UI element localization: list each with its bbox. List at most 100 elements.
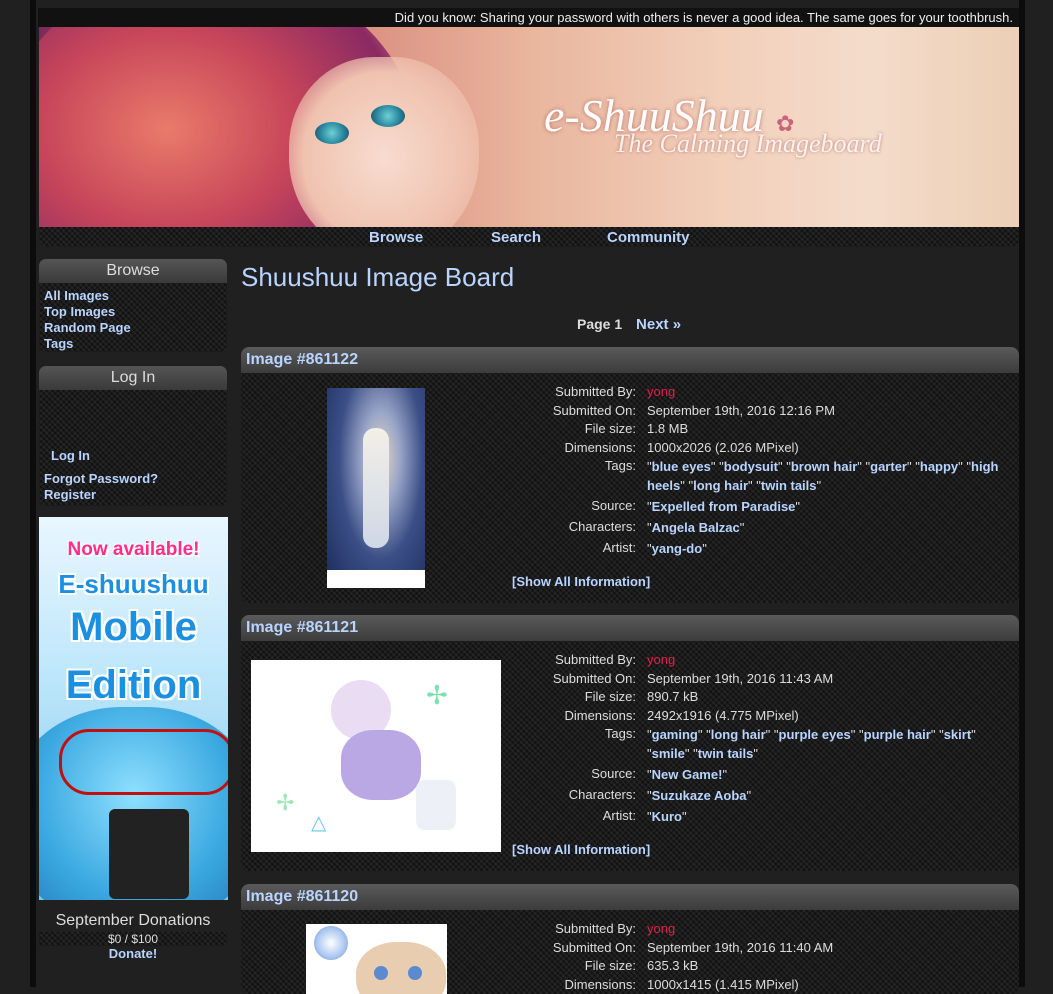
promo-edition: Edition — [39, 663, 228, 708]
eye-art-left — [315, 122, 349, 144]
label-submitted-by: Submitted By: — [541, 651, 647, 670]
link-tags[interactable]: Tags — [39, 336, 227, 352]
link-top-images[interactable]: Top Images — [39, 304, 227, 320]
label-dimensions: Dimensions: — [541, 707, 647, 726]
site-banner[interactable]: e-ShuuShuu ✿ The Calming Imageboard — [39, 27, 1019, 227]
label-file-size: File size: — [541, 420, 647, 439]
file-size-value: 1.8 MB — [647, 420, 1011, 439]
submitted-on-value: September 19th, 2016 11:40 AM — [647, 939, 1011, 958]
pager-current: Page 1 — [577, 316, 622, 332]
donate-link[interactable]: Donate! — [39, 946, 227, 961]
promo-now-available: Now available! — [39, 539, 228, 561]
tag-link[interactable]: smile — [652, 746, 685, 761]
link-random-page[interactable]: Random Page — [39, 320, 227, 336]
dimensions-value: 1000x2026 (2.026 MPixel) — [647, 439, 1011, 458]
login-link[interactable]: Log In — [39, 448, 227, 464]
artist-value: "yang-do" — [647, 539, 1011, 558]
dimensions-value: 1000x1415 (1.415 MPixel) — [647, 976, 1011, 994]
characters-value: "Suzukaze Aoba" — [647, 786, 1011, 805]
eye-art-right — [371, 105, 405, 127]
tag-link[interactable]: blue eyes — [652, 459, 711, 474]
file-size-value: 890.7 kB — [647, 688, 1011, 707]
donations-title: September Donations — [39, 912, 227, 930]
phone-art — [109, 809, 189, 899]
tag-link[interactable]: long hair — [693, 478, 748, 493]
donations-box: September Donations $0 / $100 Donate! — [39, 912, 227, 970]
file-size-value: 635.3 kB — [647, 957, 1011, 976]
artist-link[interactable]: Kuro — [652, 809, 682, 824]
tag-link[interactable]: twin tails — [761, 478, 817, 493]
tag-link[interactable]: bodysuit — [724, 459, 778, 474]
nav-search[interactable]: Search — [491, 229, 541, 246]
mobile-edition-promo[interactable]: Now available! E-shuushuu Mobile Edition — [39, 517, 228, 900]
characters-value: "Angela Balzac" — [647, 518, 1011, 537]
label-submitted-on: Submitted On: — [541, 939, 647, 958]
submitted-by-value[interactable]: yong — [647, 383, 1011, 402]
login-box-title: Log In — [39, 366, 227, 390]
source-link[interactable]: Expelled from Paradise — [652, 499, 796, 514]
label-submitted-on: Submitted On: — [541, 402, 647, 421]
tag-link[interactable]: garter — [870, 459, 907, 474]
source-value: "Expelled from Paradise" — [647, 497, 1011, 516]
label-characters: Characters: — [541, 518, 647, 537]
tag-list: "blue eyes" "bodysuit" "brown hair" "gar… — [647, 457, 1011, 495]
label-file-size: File size: — [541, 688, 647, 707]
tag-link[interactable]: purple hair — [864, 727, 931, 742]
image-post: Image #861120 Submitted By:yong Submitte… — [241, 884, 1019, 994]
page-title: Shuushuu Image Board — [241, 262, 514, 293]
forgot-password-link[interactable]: Forgot Password? — [39, 471, 227, 487]
tag-list: "gaming" "long hair" "purple eyes" "purp… — [647, 725, 1011, 763]
label-submitted-on: Submitted On: — [541, 670, 647, 689]
pager: Page 1 Next » — [577, 316, 681, 333]
post-thumbnail[interactable] — [306, 924, 447, 994]
tag-link[interactable]: gaming — [652, 727, 698, 742]
submitted-by-value[interactable]: yong — [647, 651, 1011, 670]
character-link[interactable]: Angela Balzac — [652, 520, 740, 535]
tip-text: Did you know: Sharing your password with… — [395, 10, 1013, 25]
tag-link[interactable]: twin tails — [698, 746, 754, 761]
label-source: Source: — [541, 765, 647, 784]
glasses-art — [59, 729, 228, 795]
tag-link[interactable]: purple eyes — [779, 727, 851, 742]
source-link[interactable]: New Game! — [652, 767, 723, 782]
source-value: "New Game!" — [647, 765, 1011, 784]
label-artist: Artist: — [541, 539, 647, 558]
link-all-images[interactable]: All Images — [39, 288, 227, 304]
post-title[interactable]: Image #861121 — [241, 615, 1019, 641]
dimensions-value: 2492x1916 (4.775 MPixel) — [647, 707, 1011, 726]
tag-link[interactable]: skirt — [944, 727, 971, 742]
promo-mobile: Mobile — [39, 605, 228, 650]
register-link[interactable]: Register — [39, 487, 227, 503]
tag-link[interactable]: happy — [920, 459, 958, 474]
submitted-by-value[interactable]: yong — [647, 920, 1011, 939]
tip-bar: Did you know: Sharing your password with… — [38, 8, 1019, 27]
label-tags: Tags: — [541, 725, 647, 763]
label-submitted-by: Submitted By: — [541, 383, 647, 402]
tag-link[interactable]: brown hair — [791, 459, 857, 474]
post-thumbnail[interactable] — [327, 388, 425, 588]
donations-amount: $0 / $100 — [39, 932, 227, 946]
post-title[interactable]: Image #861122 — [241, 347, 1019, 373]
show-all-info-link[interactable]: [Show All Information] — [512, 842, 650, 857]
label-submitted-by: Submitted By: — [541, 920, 647, 939]
label-tags: Tags: — [541, 457, 647, 495]
label-artist: Artist: — [541, 807, 647, 826]
label-dimensions: Dimensions: — [541, 976, 647, 994]
show-all-info-link[interactable]: [Show All Information] — [512, 574, 650, 589]
promo-brand: E-shuushuu — [39, 569, 228, 600]
site-tagline: The Calming Imageboard — [614, 129, 882, 159]
top-nav: Browse Search Community — [39, 227, 1019, 247]
artist-link[interactable]: yang-do — [652, 541, 703, 556]
label-characters: Characters: — [541, 786, 647, 805]
post-title[interactable]: Image #861120 — [241, 884, 1019, 910]
tag-link[interactable]: long hair — [711, 727, 766, 742]
pager-next[interactable]: Next » — [636, 316, 681, 333]
character-link[interactable]: Suzukaze Aoba — [652, 788, 747, 803]
post-thumbnail[interactable]: ✢ ✢ △ — [251, 660, 501, 852]
label-dimensions: Dimensions: — [541, 439, 647, 458]
image-post: Image #861122 Submitted By:yong Submitte… — [241, 347, 1019, 603]
nav-community[interactable]: Community — [607, 229, 690, 246]
browse-box-title: Browse — [39, 259, 227, 283]
label-file-size: File size: — [541, 957, 647, 976]
nav-browse[interactable]: Browse — [369, 229, 423, 246]
